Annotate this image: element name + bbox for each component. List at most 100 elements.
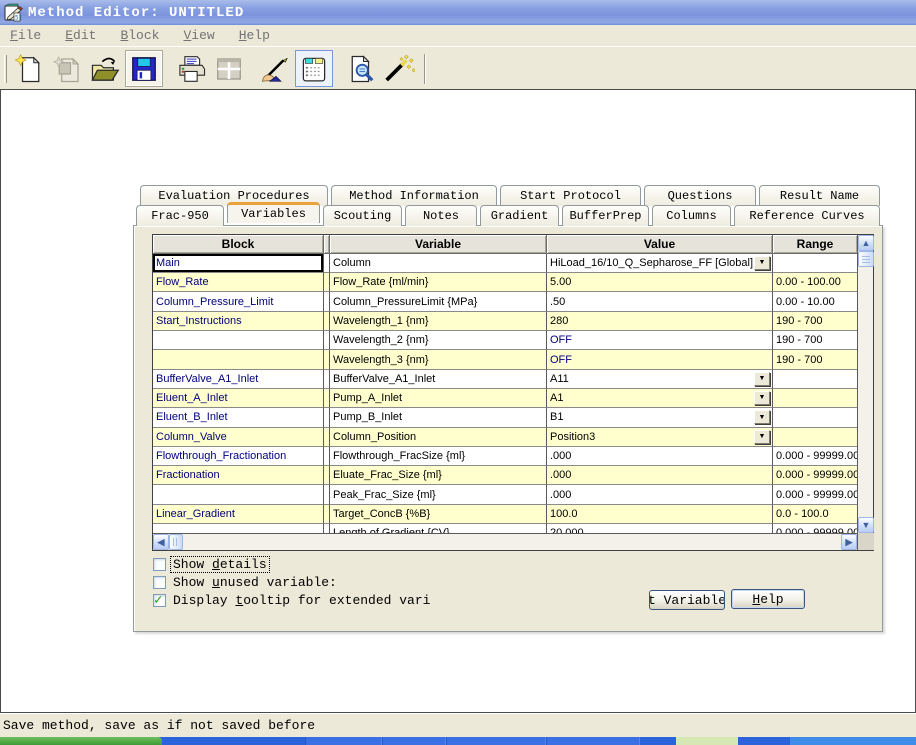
variable-cell[interactable]: Pump_B_Inlet bbox=[330, 408, 547, 427]
block-cell[interactable]: Main bbox=[153, 254, 324, 273]
dropdown-arrow-icon[interactable]: ▼ bbox=[754, 391, 770, 405]
horizontal-scroll-thumb[interactable] bbox=[169, 534, 183, 550]
tab-method-information[interactable]: Method Information bbox=[331, 185, 497, 206]
tab-columns[interactable]: Columns bbox=[652, 205, 731, 226]
block-cell[interactable] bbox=[153, 485, 324, 504]
taskbar-window-button[interactable] bbox=[676, 737, 738, 745]
value-cell[interactable]: A11▼ bbox=[547, 370, 773, 389]
tab-variables[interactable]: Variables bbox=[227, 202, 320, 223]
signature-button[interactable] bbox=[257, 50, 295, 87]
tab-scouting[interactable]: Scouting bbox=[323, 205, 402, 226]
grid-header-range[interactable]: Range bbox=[773, 235, 857, 254]
block-cell[interactable] bbox=[153, 331, 324, 350]
display-tooltip-checkbox[interactable]: Display tooltip for extended vari bbox=[153, 593, 432, 608]
tab-gradient[interactable]: Gradient bbox=[480, 205, 559, 226]
value-cell[interactable]: .50 bbox=[547, 292, 773, 311]
variable-cell[interactable]: Column_PressureLimit {MPa} bbox=[330, 292, 547, 311]
block-cell[interactable]: Flow_Rate bbox=[153, 273, 324, 292]
tab-reference-curves[interactable]: Reference Curves bbox=[734, 205, 880, 226]
print-preview-button[interactable] bbox=[342, 50, 380, 87]
menu-item-edit[interactable]: Edit bbox=[65, 28, 96, 43]
tab-notes[interactable]: Notes bbox=[405, 205, 477, 226]
variable-cell[interactable]: Eluate_Frac_Size {ml} bbox=[330, 466, 547, 485]
taskbar-window-button[interactable] bbox=[305, 737, 382, 745]
tab-bufferprep[interactable]: BufferPrep bbox=[562, 205, 649, 226]
tile-windows-button[interactable] bbox=[210, 50, 248, 87]
checkbox-unchecked-icon[interactable] bbox=[153, 558, 166, 571]
value-cell[interactable]: A1▼ bbox=[547, 389, 773, 408]
menu-item-help[interactable]: Help bbox=[239, 28, 270, 43]
vertical-scrollbar[interactable]: ▲ ▼ bbox=[857, 235, 873, 550]
variable-cell[interactable]: Wavelength_3 {nm} bbox=[330, 350, 547, 369]
block-cell[interactable]: Column_Valve bbox=[153, 428, 324, 447]
block-cell[interactable]: Eluent_A_Inlet bbox=[153, 389, 324, 408]
value-cell[interactable]: .000 bbox=[547, 466, 773, 485]
value-cell[interactable]: 20.000 bbox=[547, 524, 773, 533]
variable-cell[interactable]: Column bbox=[330, 254, 547, 273]
variable-cell[interactable]: Pump_A_Inlet bbox=[330, 389, 547, 408]
wizard-wand-button[interactable] bbox=[380, 50, 418, 87]
value-cell[interactable]: 100.0 bbox=[547, 505, 773, 524]
block-cell[interactable] bbox=[153, 524, 324, 533]
menu-item-block[interactable]: Block bbox=[120, 28, 159, 43]
taskbar-window-button[interactable] bbox=[546, 737, 640, 745]
taskbar-window-button[interactable] bbox=[446, 737, 546, 745]
variable-cell[interactable]: Peak_Frac_Size {ml} bbox=[330, 485, 547, 504]
scroll-up-icon[interactable]: ▲ bbox=[858, 235, 874, 251]
variable-cell[interactable]: Flow_Rate {ml/min} bbox=[330, 273, 547, 292]
block-cell[interactable]: Eluent_B_Inlet bbox=[153, 408, 324, 427]
grid-header-value[interactable]: Value bbox=[547, 235, 773, 254]
tab-start-protocol[interactable]: Start Protocol bbox=[500, 185, 641, 206]
variable-cell[interactable]: BufferValve_A1_Inlet bbox=[330, 370, 547, 389]
value-cell[interactable]: .000 bbox=[547, 447, 773, 466]
grid-header-block[interactable]: Block bbox=[153, 235, 324, 254]
toolbar-grip[interactable] bbox=[4, 55, 7, 83]
scroll-down-icon[interactable]: ▼ bbox=[858, 517, 874, 533]
edit-variable-button[interactable]: it Variable. bbox=[649, 590, 725, 610]
show-details-checkbox[interactable]: Show details bbox=[153, 557, 269, 572]
value-cell[interactable]: B1▼ bbox=[547, 408, 773, 427]
show-unused-variable-checkbox[interactable]: Show unused variable: bbox=[153, 575, 339, 590]
value-cell[interactable]: OFF bbox=[547, 331, 773, 350]
open-method-button[interactable] bbox=[87, 50, 125, 87]
value-cell[interactable]: HiLoad_16/10_Q_Sepharose_FF [Global]▼ bbox=[547, 254, 773, 273]
checkbox-checked-icon[interactable] bbox=[153, 594, 166, 607]
tab-frac-950[interactable]: Frac-950 bbox=[136, 205, 224, 226]
menu-item-view[interactable]: View bbox=[183, 28, 214, 43]
tab-result-name[interactable]: Result Name bbox=[759, 185, 880, 206]
value-cell[interactable]: 5.00 bbox=[547, 273, 773, 292]
horizontal-scrollbar[interactable]: ◀ ▶ bbox=[153, 533, 857, 550]
variable-cell[interactable]: Wavelength_1 {nm} bbox=[330, 312, 547, 331]
variable-cell[interactable]: Length of Gradient {CV} bbox=[330, 524, 547, 533]
start-button[interactable] bbox=[0, 737, 162, 745]
tab-questions[interactable]: Questions bbox=[644, 185, 756, 206]
new-method-button[interactable] bbox=[11, 50, 49, 87]
block-cell[interactable]: BufferValve_A1_Inlet bbox=[153, 370, 324, 389]
value-cell[interactable]: Position3▼ bbox=[547, 428, 773, 447]
scroll-left-icon[interactable]: ◀ bbox=[153, 534, 169, 550]
taskbar-window-button[interactable] bbox=[382, 737, 446, 745]
help-button[interactable]: Help bbox=[731, 589, 805, 609]
notepad-button[interactable] bbox=[295, 50, 333, 87]
variable-cell[interactable]: Column_Position bbox=[330, 428, 547, 447]
block-cell[interactable]: Fractionation bbox=[153, 466, 324, 485]
dropdown-arrow-icon[interactable]: ▼ bbox=[754, 372, 770, 386]
print-button[interactable] bbox=[172, 50, 210, 87]
checkbox-unchecked-icon[interactable] bbox=[153, 576, 166, 589]
grid-header-variable[interactable]: Variable bbox=[330, 235, 547, 254]
block-cell[interactable] bbox=[153, 350, 324, 369]
variable-cell[interactable]: Flowthrough_FracSize {ml} bbox=[330, 447, 547, 466]
variable-cell[interactable]: Wavelength_2 {nm} bbox=[330, 331, 547, 350]
vertical-scroll-thumb[interactable] bbox=[858, 251, 874, 267]
block-cell[interactable]: Linear_Gradient bbox=[153, 505, 324, 524]
block-cell[interactable]: Flowthrough_Fractionation bbox=[153, 447, 324, 466]
block-cell[interactable]: Column_Pressure_Limit bbox=[153, 292, 324, 311]
dropdown-arrow-icon[interactable]: ▼ bbox=[754, 256, 770, 270]
scroll-right-icon[interactable]: ▶ bbox=[841, 534, 857, 550]
value-cell[interactable]: OFF bbox=[547, 350, 773, 369]
variable-cell[interactable]: Target_ConcB {%B} bbox=[330, 505, 547, 524]
save-method-button[interactable] bbox=[125, 50, 163, 87]
block-cell[interactable]: Start_Instructions bbox=[153, 312, 324, 331]
dropdown-arrow-icon[interactable]: ▼ bbox=[754, 410, 770, 424]
menu-item-file[interactable]: File bbox=[10, 28, 41, 43]
